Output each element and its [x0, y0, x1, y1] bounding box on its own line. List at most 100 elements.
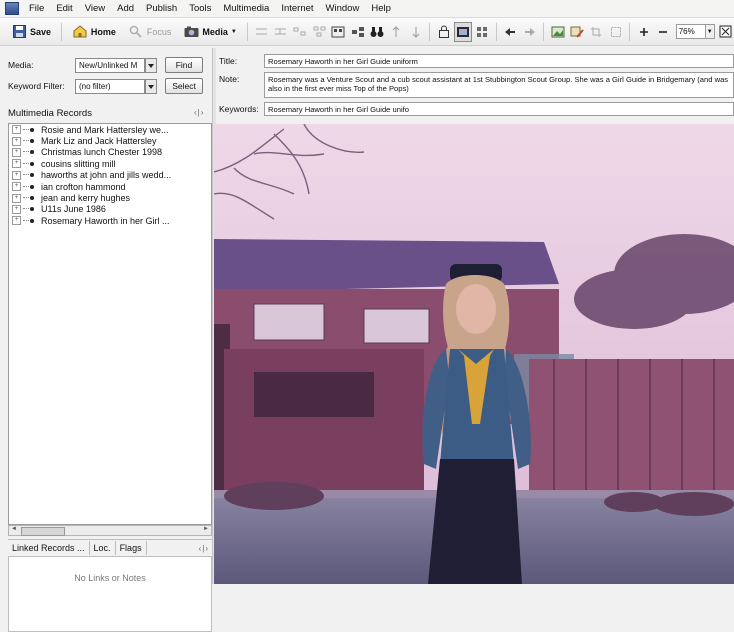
focus-button[interactable]: Focus — [123, 22, 177, 42]
title-field[interactable]: Rosemary Haworth in her Girl Guide unifo… — [264, 54, 734, 68]
family-view-icon[interactable] — [330, 22, 347, 42]
find-button[interactable]: Find — [165, 57, 203, 73]
grid-view-icon[interactable] — [474, 22, 491, 42]
menu-help[interactable]: Help — [365, 3, 397, 14]
toolbar-separator — [429, 22, 431, 41]
tree-connector — [23, 208, 29, 210]
expand-icon[interactable]: + — [12, 204, 21, 214]
record-label: Mark Liz and Jack Hattersley — [41, 136, 157, 147]
record-bullet-icon — [30, 150, 34, 155]
media-view-icon[interactable] — [454, 21, 472, 42]
record-bullet-icon — [30, 184, 34, 189]
lock-icon[interactable] — [435, 22, 452, 42]
save-button[interactable]: Save — [6, 22, 56, 42]
forward-icon[interactable] — [521, 22, 538, 42]
record-label: Christmas lunch Chester 1998 — [41, 147, 163, 158]
toolbar-separator — [61, 22, 62, 41]
expand-icon[interactable]: + — [12, 193, 21, 203]
list-item[interactable]: + jean and kerry hughes — [9, 192, 211, 203]
expand-icon[interactable]: + — [12, 136, 21, 146]
edit-image-icon[interactable] — [568, 22, 585, 42]
crop-icon[interactable] — [588, 22, 605, 42]
expand-icon[interactable]: + — [12, 170, 21, 180]
record-bullet-icon — [30, 218, 34, 223]
chevron-down-icon[interactable] — [145, 58, 157, 73]
tree-connector — [23, 197, 29, 199]
expand-icon[interactable]: + — [12, 159, 21, 169]
menu-file[interactable]: File — [23, 3, 50, 14]
expand-icon[interactable]: + — [12, 216, 21, 226]
chevron-down-icon[interactable] — [145, 79, 157, 94]
media-dropdown-icon: ▼ — [230, 28, 237, 35]
scroll-left-icon[interactable]: ◄ — [11, 526, 17, 532]
home-label: Home — [90, 26, 116, 37]
descendant-view-icon[interactable] — [311, 22, 328, 42]
tree-view-icon[interactable] — [349, 22, 366, 42]
image-icon[interactable] — [549, 22, 566, 42]
spouse-view-icon[interactable] — [272, 22, 289, 42]
home-button[interactable]: Home — [67, 22, 121, 42]
list-item[interactable]: + ian crofton hammond — [9, 181, 211, 192]
panel-nav-arrows-icon[interactable]: ‹|› — [194, 108, 204, 117]
list-item[interactable]: + Rosie and Mark Hattersley we... — [9, 124, 211, 135]
sibling-view-icon[interactable] — [253, 22, 270, 42]
photo-viewer[interactable] — [214, 124, 734, 584]
menu-multimedia[interactable]: Multimedia — [217, 3, 275, 14]
menu-add[interactable]: Add — [111, 3, 140, 14]
record-label: U11s June 1986 — [41, 204, 106, 215]
focus-label: Focus — [146, 26, 172, 37]
select-button[interactable]: Select — [165, 78, 203, 94]
expand-icon[interactable]: + — [12, 147, 21, 157]
photo-shed — [224, 349, 424, 499]
menu-edit[interactable]: Edit — [50, 3, 78, 14]
photo-window-left — [253, 303, 325, 341]
list-item[interactable]: + Mark Liz and Jack Hattersley — [9, 135, 211, 146]
menu-internet[interactable]: Internet — [275, 3, 319, 14]
zoom-value: 76% — [675, 24, 706, 39]
save-icon — [11, 24, 27, 40]
home-icon — [72, 24, 88, 40]
horizontal-scrollbar[interactable]: ◄ ► — [8, 525, 212, 536]
photo-shed-window — [254, 372, 374, 417]
media-filter-select[interactable]: New/Unlinked M — [75, 58, 145, 73]
scrollbar-thumb[interactable] — [21, 527, 65, 536]
zoom-in-icon[interactable] — [635, 22, 652, 42]
media-filter-label: Media: — [8, 60, 34, 70]
record-bullet-icon — [30, 173, 34, 178]
arrow-down-icon[interactable] — [407, 22, 424, 42]
tree-connector — [23, 151, 29, 153]
pedigree-view-icon[interactable] — [291, 22, 308, 42]
zoom-select[interactable]: 76% ▼ — [675, 24, 715, 39]
record-bullet-icon — [30, 127, 34, 132]
keywords-field[interactable]: Rosemary Haworth in her Girl Guide unifo — [264, 102, 734, 116]
tab-nav-arrows-icon[interactable]: ‹|› — [199, 544, 209, 553]
list-item[interactable]: + Christmas lunch Chester 1998 — [9, 147, 211, 158]
tab-linked-records[interactable]: Linked Records ... — [8, 541, 90, 555]
fit-icon[interactable] — [607, 22, 624, 42]
menu-window[interactable]: Window — [320, 3, 366, 14]
photo-fence — [529, 359, 734, 504]
tab-flags[interactable]: Flags — [116, 541, 147, 555]
scroll-right-icon[interactable]: ► — [203, 526, 209, 532]
menu-publish[interactable]: Publish — [140, 3, 183, 14]
expand-icon[interactable]: + — [12, 125, 21, 135]
list-item[interactable]: + haworths at john and jills wedd... — [9, 170, 211, 181]
binoculars-icon[interactable] — [368, 22, 385, 42]
fit-window-icon[interactable] — [717, 22, 734, 42]
list-item[interactable]: + U11s June 1986 — [9, 204, 211, 215]
media-label: Media — [202, 26, 228, 37]
records-list[interactable]: + Rosie and Mark Hattersley we... + Mark Li… — [8, 123, 212, 525]
menu-tools[interactable]: Tools — [183, 3, 217, 14]
back-icon[interactable] — [502, 22, 519, 42]
arrow-up-icon[interactable] — [388, 22, 405, 42]
tree-connector — [23, 128, 29, 131]
expand-icon[interactable]: + — [12, 182, 21, 192]
zoom-out-icon[interactable] — [654, 22, 671, 42]
list-item[interactable]: + Rosemary Haworth in her Girl ... — [9, 215, 211, 226]
media-button[interactable]: Media ▼ — [178, 22, 241, 42]
tab-locations[interactable]: Loc. — [90, 541, 116, 555]
note-field[interactable]: Rosemary was a Venture Scout and a cub s… — [264, 72, 734, 98]
menu-view[interactable]: View — [79, 3, 111, 14]
list-item[interactable]: + cousins slitting mill — [9, 158, 211, 169]
keyword-filter-select[interactable]: (no filter) — [75, 79, 145, 94]
